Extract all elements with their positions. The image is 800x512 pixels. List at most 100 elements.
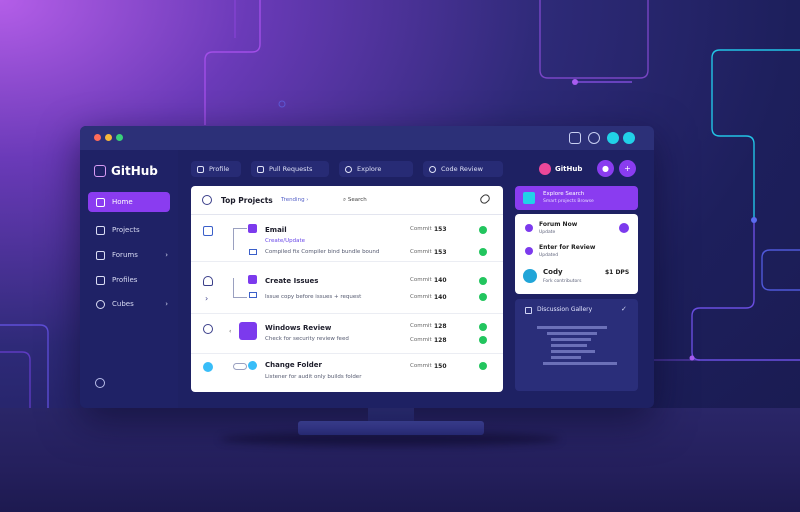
explore-panel[interactable]: Explore Search Smart projects Browse: [515, 186, 638, 210]
row-title: Windows Review: [265, 324, 332, 332]
user-icon[interactable]: [623, 132, 635, 144]
projects-card: Top Projects Trending › ⌕ Search Email C…: [191, 186, 503, 392]
status-check-icon: [479, 248, 487, 256]
row-stat-value: 153: [434, 226, 447, 233]
grid-icon[interactable]: [569, 132, 581, 144]
status-check-icon: [479, 293, 487, 301]
folder-icon: [249, 292, 257, 298]
search-icon[interactable]: [202, 195, 212, 205]
folder-icon: [249, 249, 257, 255]
sidebar-item-home[interactable]: Home: [88, 192, 170, 212]
activity-item[interactable]: Forum Now Update: [523, 221, 633, 239]
row-stat-label: Commit: [410, 294, 432, 300]
row-stat-label: Commit: [410, 323, 432, 329]
row-title: Change Folder: [265, 361, 322, 369]
header-search-label: Search: [347, 197, 367, 203]
filter-label: Trending: [281, 197, 305, 203]
grid-icon: [197, 165, 204, 173]
status-check-icon: [479, 277, 487, 285]
sidebar-item-label: Forums: [112, 251, 138, 259]
tree-connector: [233, 228, 247, 250]
search-icon: [345, 165, 352, 173]
row-stat-label: Commit: [410, 249, 432, 255]
topbar-code-review-button[interactable]: Code Review: [423, 161, 503, 177]
tag-icon: [248, 361, 257, 370]
code-icon: [525, 307, 532, 314]
activity-value: $1 DPS: [605, 269, 630, 276]
avatar: [523, 269, 537, 283]
calendar-icon: [257, 165, 264, 173]
status-check-icon: [479, 323, 487, 331]
sidebar: GitHub Home Projects Forums › Profiles C…: [80, 150, 178, 408]
filter-dropdown[interactable]: Trending ›: [281, 197, 309, 203]
activity-item[interactable]: Enter for Review Updated: [523, 244, 633, 262]
row-description: Check for security review feed: [265, 336, 349, 342]
person-icon: [203, 276, 213, 286]
window-minimize-dot[interactable]: [105, 134, 112, 141]
dot-icon: [525, 247, 533, 255]
topbar-user-button[interactable]: GitHub: [539, 161, 595, 177]
row-description: Compiled fix Compiler bind bundle bound: [265, 249, 380, 255]
user-icon: [96, 275, 105, 285]
check-icon[interactable]: ✓: [621, 305, 627, 313]
table-row[interactable]: Change Folder Listener for audit only bu…: [191, 354, 503, 392]
topbar-explore-button[interactable]: Explore: [339, 161, 413, 177]
activity-title: Enter for Review: [539, 244, 596, 251]
table-row[interactable]: ‹ Windows Review Check for security revi…: [191, 314, 503, 354]
row-title: Create Issues: [265, 277, 319, 285]
discussion-title: Discussion Gallery: [537, 306, 593, 313]
row-stat-label: Commit: [410, 277, 432, 283]
window-maximize-dot[interactable]: [116, 134, 123, 141]
globe-icon: [203, 362, 213, 372]
topbar-pull-requests-button[interactable]: Pull Requests: [251, 161, 329, 177]
explore-title: Explore Search: [543, 191, 585, 197]
brand[interactable]: GitHub: [94, 164, 158, 178]
sidebar-item-projects[interactable]: Projects: [88, 220, 170, 240]
clock-icon[interactable]: [588, 132, 600, 144]
badge-icon: [619, 223, 629, 233]
activity-title: Cody: [543, 268, 563, 276]
table-row[interactable]: Email Create/Update Compiled fix Compile…: [191, 216, 503, 262]
sidebar-item-forums[interactable]: Forums ›: [88, 245, 170, 265]
activity-subtitle: Updated: [539, 253, 559, 258]
sidebar-item-profiles[interactable]: Profiles: [88, 270, 170, 290]
link-icon[interactable]: [478, 192, 492, 206]
activity-title: Forum Now: [539, 221, 578, 228]
header-search[interactable]: ⌕ Search: [343, 197, 367, 204]
tag-icon: [239, 322, 257, 340]
table-row[interactable]: › Create Issues Issue copy before issues…: [191, 268, 503, 314]
row-stat-value: 128: [434, 337, 447, 344]
activity-item[interactable]: Cody Fork contributors $1 DPS: [523, 267, 633, 289]
sidebar-item-cubes[interactable]: Cubes ›: [88, 294, 170, 314]
row-description: Issue copy before issues + request: [265, 294, 362, 300]
row-stat-value: 140: [434, 277, 447, 284]
monitor-base: [298, 421, 484, 435]
gear-icon[interactable]: [95, 378, 105, 388]
topbar-profile-button[interactable]: Profile: [191, 161, 241, 177]
document-icon: [96, 250, 105, 260]
monitor-window: GitHub Home Projects Forums › Profiles C…: [80, 126, 654, 408]
tag-icon: [248, 275, 257, 284]
bell-icon[interactable]: ●: [597, 160, 614, 177]
timer-icon: [203, 324, 213, 334]
sidebar-item-label: Projects: [112, 226, 140, 234]
chevron-right-icon: ›: [165, 300, 168, 308]
chevron-right-icon: ›: [205, 294, 209, 303]
row-stat-value: 150: [434, 363, 447, 370]
plus-icon[interactable]: +: [619, 160, 636, 177]
toggle-switch[interactable]: [233, 363, 247, 370]
window-close-dot[interactable]: [94, 134, 101, 141]
monitor-stand: [368, 408, 414, 422]
avatar: [539, 163, 551, 175]
sidebar-item-label: Home: [112, 198, 133, 206]
cloud-icon[interactable]: [607, 132, 619, 144]
code-tree: [537, 323, 627, 383]
github-logo-icon: [94, 165, 106, 177]
row-stat-label: Commit: [410, 226, 432, 232]
topbar-pill-label: Pull Requests: [269, 165, 313, 173]
row-stat-value: 140: [434, 294, 447, 301]
row-link[interactable]: Create/Update: [265, 238, 305, 244]
dot-icon: [525, 224, 533, 232]
topbar-pill-label: Code Review: [441, 165, 483, 173]
projects-card-header: Top Projects Trending › ⌕ Search: [191, 186, 503, 215]
